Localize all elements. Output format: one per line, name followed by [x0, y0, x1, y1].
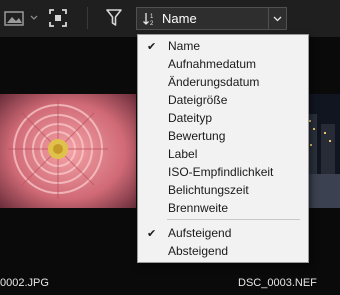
menu-item-absteigend[interactable]: Absteigend — [138, 242, 308, 260]
filter-icon[interactable] — [103, 8, 125, 28]
thumbnail-image[interactable] — [0, 94, 136, 208]
check-icon: ✔ — [147, 41, 157, 53]
menu-item-label[interactable]: Label — [138, 145, 308, 163]
menu-item-bewertung[interactable]: Bewertung — [138, 127, 308, 145]
menu-item-label: Brennweite — [168, 201, 229, 215]
menu-item-aenderungsdatum[interactable]: Änderungsdatum — [138, 73, 308, 91]
menu-item-aufsteigend[interactable]: ✔ Aufsteigend — [138, 224, 308, 242]
toolbar-divider — [87, 7, 88, 29]
menu-item-name[interactable]: ✔ Name — [138, 37, 308, 55]
menu-item-label: Dateityp — [168, 111, 213, 125]
menu-item-label: Name — [168, 39, 201, 53]
thumbnail-filename: DSC_0003.NEF — [238, 277, 317, 289]
sort-select[interactable]: 1 2 Name — [136, 7, 287, 30]
chevron-down-icon[interactable] — [28, 8, 40, 28]
svg-text:1: 1 — [150, 14, 154, 20]
menu-item-label: Dateigröße — [168, 93, 228, 107]
menu-item-label: Belichtungszeit — [168, 183, 249, 197]
menu-item-iso[interactable]: ISO-Empfindlichkeit — [138, 163, 308, 181]
image-view-icon[interactable] — [2, 8, 28, 28]
menu-item-label: Bewertung — [168, 129, 226, 143]
sort-select-value: Name — [162, 11, 197, 26]
sort-dropdown-menu: ✔ Name Aufnahmedatum Änderungsdatum Date… — [137, 34, 309, 263]
svg-text:2: 2 — [150, 21, 154, 26]
menu-item-label: Aufsteigend — [168, 226, 232, 240]
menu-item-brennweite[interactable]: Brennweite — [138, 199, 308, 217]
menu-item-label: Absteigend — [168, 244, 229, 258]
toolbar: 1 2 Name — [0, 0, 340, 37]
menu-divider — [167, 219, 300, 220]
menu-item-aufnahmedatum[interactable]: Aufnahmedatum — [138, 55, 308, 73]
menu-item-dateigroesse[interactable]: Dateigröße — [138, 91, 308, 109]
fit-screen-icon[interactable] — [46, 8, 70, 28]
thumbnail-filename: 0002.JPG — [0, 277, 49, 289]
menu-item-label: Label — [168, 147, 198, 161]
menu-item-label: ISO-Empfindlichkeit — [168, 165, 274, 179]
menu-item-belichtungszeit[interactable]: Belichtungszeit — [138, 181, 308, 199]
chevron-down-icon[interactable] — [268, 8, 286, 29]
sort-order-icon: 1 2 — [142, 12, 160, 27]
menu-item-dateityp[interactable]: Dateityp — [138, 109, 308, 127]
check-icon: ✔ — [147, 228, 157, 240]
menu-item-label: Änderungsdatum — [168, 75, 260, 89]
menu-item-label: Aufnahmedatum — [168, 57, 257, 71]
